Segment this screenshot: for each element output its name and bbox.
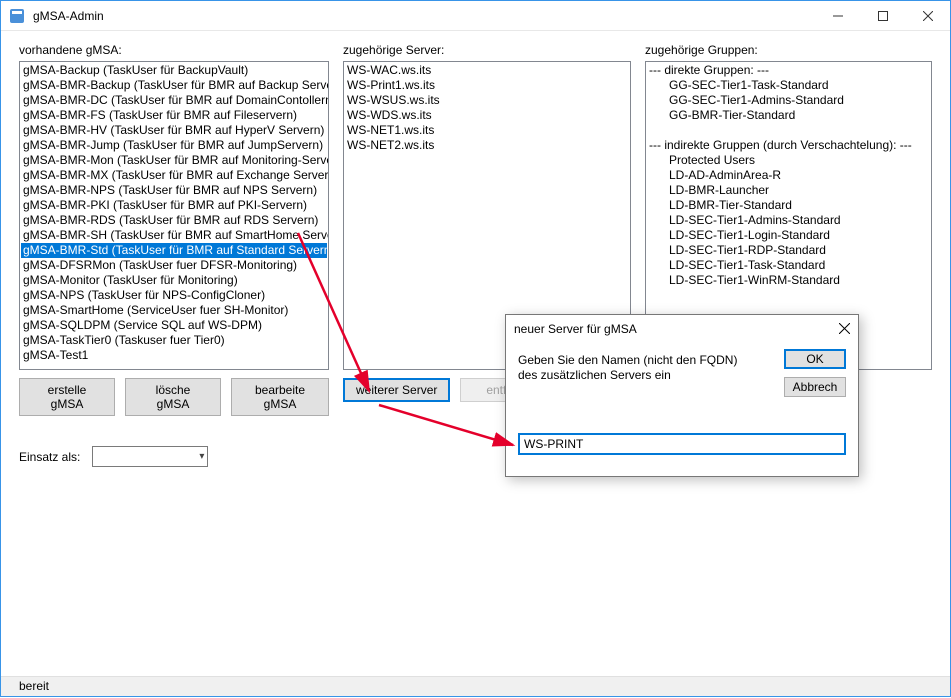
dialog-cancel-button[interactable]: Abbrech (784, 377, 846, 397)
server-list-label: zugehörige Server: (343, 43, 631, 57)
list-item[interactable]: gMSA-BMR-RDS (TaskUser für BMR auf RDS S… (21, 213, 327, 228)
list-item[interactable]: LD-BMR-Tier-Standard (647, 198, 930, 213)
list-item[interactable]: WS-NET1.ws.its (345, 123, 629, 138)
group-list-label: zugehörige Gruppen: (645, 43, 932, 57)
dialog-close-button[interactable] (820, 321, 850, 337)
close-icon (839, 323, 850, 334)
minimize-icon (833, 11, 843, 21)
dialog-titlebar: neuer Server für gMSA (506, 315, 858, 343)
maximize-button[interactable] (860, 1, 905, 31)
list-item[interactable]: gMSA-BMR-HV (TaskUser für BMR auf HyperV… (21, 123, 327, 138)
maximize-icon (878, 11, 888, 21)
delete-gmsa-button[interactable]: lösche gMSA (125, 378, 221, 416)
list-item[interactable]: LD-BMR-Launcher (647, 183, 930, 198)
dialog-ok-button[interactable]: OK (784, 349, 846, 369)
list-item[interactable]: gMSA-Backup (TaskUser für BackupVault) (21, 63, 327, 78)
list-item[interactable]: gMSA-BMR-Mon (TaskUser für BMR auf Monit… (21, 153, 327, 168)
list-item[interactable]: gMSA-BMR-SH (TaskUser für BMR auf SmartH… (21, 228, 327, 243)
chevron-down-icon: ▾ (199, 451, 204, 462)
einsatz-combo[interactable]: ▾ (92, 446, 208, 467)
edit-gmsa-button[interactable]: bearbeite gMSA (231, 378, 329, 416)
list-item[interactable]: GG-SEC-Tier1-Task-Standard (647, 78, 930, 93)
list-item[interactable]: gMSA-BMR-PKI (TaskUser für BMR auf PKI-S… (21, 198, 327, 213)
list-item[interactable]: gMSA-NPS (TaskUser für NPS-ConfigCloner) (21, 288, 327, 303)
list-item[interactable]: LD-SEC-Tier1-RDP-Standard (647, 243, 930, 258)
app-icon (9, 8, 25, 24)
list-item[interactable]: gMSA-BMR-Backup (TaskUser für BMR auf Ba… (21, 78, 327, 93)
dialog-server-input[interactable] (518, 433, 846, 455)
list-item[interactable]: gMSA-BMR-DC (TaskUser für BMR auf Domain… (21, 93, 327, 108)
titlebar: gMSA-Admin (1, 1, 950, 31)
list-item[interactable]: gMSA-BMR-FS (TaskUser für BMR auf Filese… (21, 108, 327, 123)
list-item[interactable]: gMSA-SQLDPM (Service SQL auf WS-DPM) (21, 318, 327, 333)
list-item[interactable]: --- direkte Gruppen: --- (647, 63, 930, 78)
status-text: bereit (19, 679, 49, 693)
list-item[interactable]: WS-NET2.ws.its (345, 138, 629, 153)
add-server-button[interactable]: weiterer Server (343, 378, 450, 402)
list-item[interactable]: LD-SEC-Tier1-WinRM-Standard (647, 273, 930, 288)
list-item[interactable]: gMSA-BMR-NPS (TaskUser für BMR auf NPS S… (21, 183, 327, 198)
list-item[interactable]: GG-SEC-Tier1-Admins-Standard (647, 93, 930, 108)
list-item[interactable]: --- indirekte Gruppen (durch Verschachte… (647, 138, 930, 153)
list-item[interactable]: gMSA-SmartHome (ServiceUser fuer SH-Moni… (21, 303, 327, 318)
list-item[interactable] (647, 123, 930, 138)
list-item[interactable]: WS-WDS.ws.its (345, 108, 629, 123)
close-icon (923, 11, 933, 21)
list-item[interactable]: WS-WSUS.ws.its (345, 93, 629, 108)
list-item[interactable]: gMSA-Test1 (21, 348, 327, 363)
list-item[interactable]: gMSA-DFSRMon (TaskUser fuer DFSR-Monitor… (21, 258, 327, 273)
list-item[interactable]: WS-WAC.ws.its (345, 63, 629, 78)
new-server-dialog: neuer Server für gMSA Geben Sie den Name… (505, 314, 859, 477)
list-item[interactable]: WS-Print1.ws.its (345, 78, 629, 93)
list-item[interactable]: GG-BMR-Tier-Standard (647, 108, 930, 123)
list-item[interactable]: LD-SEC-Tier1-Login-Standard (647, 228, 930, 243)
list-item[interactable]: LD-AD-AdminArea-R (647, 168, 930, 183)
close-button[interactable] (905, 1, 950, 31)
status-bar: bereit (1, 676, 950, 696)
list-item[interactable]: gMSA-TaskTier0 (Taskuser fuer Tier0) (21, 333, 327, 348)
list-item[interactable]: gMSA-Monitor (TaskUser für Monitoring) (21, 273, 327, 288)
create-gmsa-button[interactable]: erstelle gMSA (19, 378, 115, 416)
gmsa-listbox[interactable]: gMSA-Backup (TaskUser für BackupVault)gM… (19, 61, 329, 370)
list-item[interactable]: gMSA-BMR-MX (TaskUser für BMR auf Exchan… (21, 168, 327, 183)
list-item[interactable]: gMSA-BMR-Jump (TaskUser für BMR auf Jump… (21, 138, 327, 153)
minimize-button[interactable] (815, 1, 860, 31)
list-item[interactable]: LD-SEC-Tier1-Admins-Standard (647, 213, 930, 228)
window-title: gMSA-Admin (33, 9, 815, 23)
einsatz-label: Einsatz als: (19, 450, 80, 464)
dialog-message: Geben Sie den Namen (nicht den FQDN) des… (518, 353, 748, 383)
gmsa-list-label: vorhandene gMSA: (19, 43, 329, 57)
list-item[interactable]: LD-SEC-Tier1-Task-Standard (647, 258, 930, 273)
dialog-title: neuer Server für gMSA (514, 322, 820, 336)
list-item[interactable]: Protected Users (647, 153, 930, 168)
list-item[interactable]: gMSA-BMR-Std (TaskUser für BMR auf Stand… (21, 243, 327, 258)
